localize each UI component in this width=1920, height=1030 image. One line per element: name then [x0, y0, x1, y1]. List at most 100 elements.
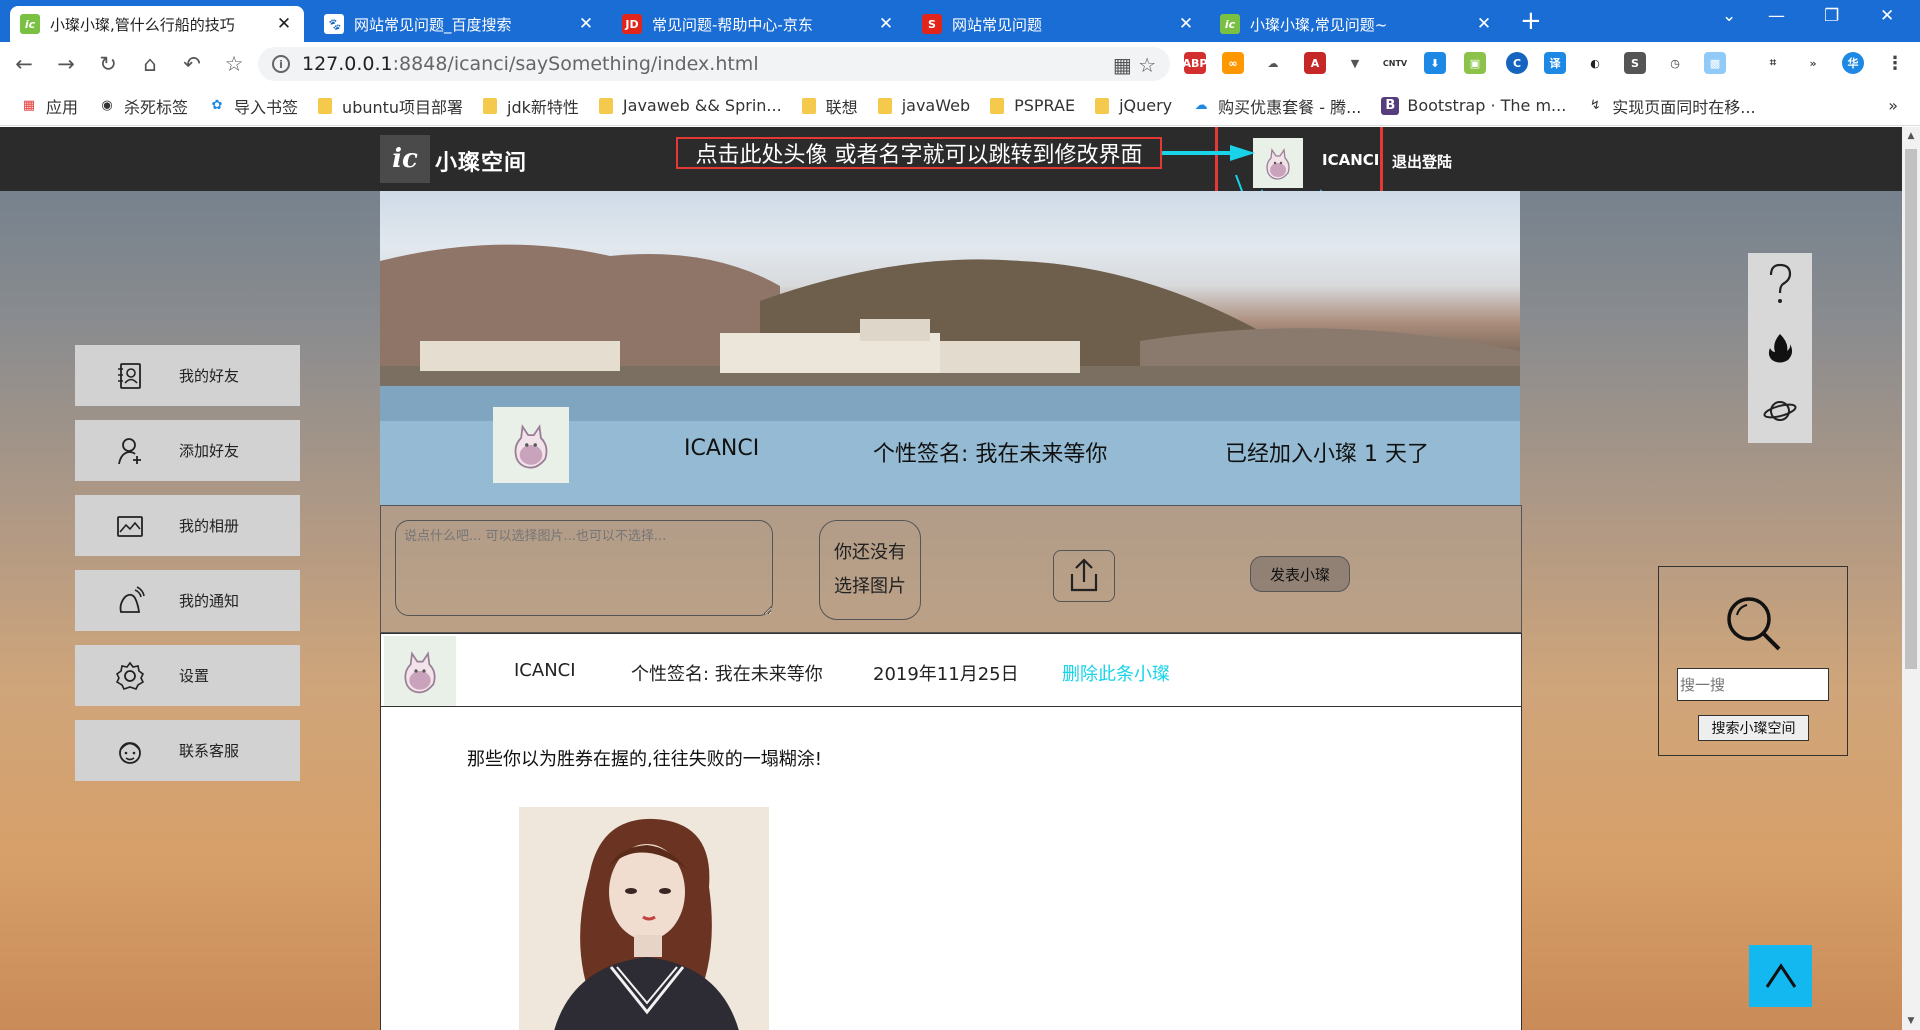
- bookmark-star-icon[interactable]: ☆: [216, 46, 252, 82]
- close-tab-icon[interactable]: ✕: [876, 14, 896, 34]
- vue-extension-icon[interactable]: ▼: [1344, 52, 1366, 74]
- s-extension-icon[interactable]: S: [1624, 52, 1646, 74]
- reload-icon[interactable]: ↻: [90, 46, 126, 82]
- home-icon[interactable]: ⌂: [132, 46, 168, 82]
- bookmark-item[interactable]: ◉ 杀死标签: [98, 94, 188, 118]
- bookmark-folder[interactable]: PSPRAE: [990, 96, 1075, 115]
- bookmark-folder[interactable]: javaWeb: [877, 96, 970, 115]
- cloud-extension-icon[interactable]: ☁: [1262, 52, 1284, 74]
- tab-search-icon[interactable]: ⌄: [1722, 6, 1736, 26]
- mask-extension-icon[interactable]: ◐: [1584, 52, 1606, 74]
- upload-button[interactable]: [1053, 550, 1115, 602]
- bookmark-label: 实现页面同时在移...: [1612, 97, 1756, 117]
- sidebar-item-notifications[interactable]: 我的通知: [75, 570, 300, 631]
- circle-extension-icon[interactable]: C: [1506, 52, 1528, 74]
- scroll-up-arrow-icon[interactable]: ▲: [1902, 131, 1920, 141]
- bookmark-item[interactable]: ✿ 导入书签: [208, 94, 298, 118]
- browser-tab-2[interactable]: 🐾 网站常见问题_百度搜索 ✕: [314, 6, 606, 42]
- forward-icon[interactable]: →: [48, 46, 84, 82]
- qr-and-star-icons[interactable]: ▦ ☆: [1113, 53, 1156, 77]
- bookmark-folder[interactable]: jQuery: [1095, 96, 1172, 115]
- bookmark-folder[interactable]: ubuntu项目部署: [318, 94, 463, 118]
- gear-icon: ✿: [211, 98, 223, 113]
- back-icon[interactable]: ←: [6, 46, 42, 82]
- choose-image-line2: 选择图片: [834, 576, 906, 597]
- clock-extension-icon[interactable]: ◷: [1664, 52, 1686, 74]
- sidebar-item-my-friends[interactable]: 我的好友: [75, 345, 300, 406]
- bookmark-apps[interactable]: ▦ 应用: [20, 94, 78, 118]
- choose-image-button[interactable]: 你还没有 选择图片: [819, 520, 921, 620]
- grid-extension-icon[interactable]: ▩: [1704, 52, 1726, 74]
- banner-username[interactable]: ICANCI: [684, 436, 759, 461]
- crop-extension-icon[interactable]: ⌗: [1762, 52, 1784, 74]
- image-extension-icon[interactable]: ▣: [1464, 52, 1486, 74]
- browser-tab-5[interactable]: ic 小璨小璨,常见问题~ ✕: [1210, 6, 1504, 42]
- search-input[interactable]: [1677, 668, 1829, 701]
- cntv-extension-icon[interactable]: CNTV: [1383, 52, 1407, 74]
- back-to-top-button[interactable]: [1749, 945, 1812, 1007]
- close-window-button[interactable]: ✕: [1880, 6, 1894, 26]
- sidebar-item-add-friend[interactable]: 添加好友: [75, 420, 300, 481]
- post-avatar[interactable]: [384, 636, 456, 706]
- bookmark-folder[interactable]: Javaweb && Sprin...: [598, 96, 782, 115]
- close-tab-icon[interactable]: ✕: [1176, 14, 1196, 34]
- explore-button[interactable]: [1748, 396, 1812, 426]
- profile-avatar-icon[interactable]: 华: [1842, 52, 1864, 74]
- pdf-extension-icon[interactable]: A: [1304, 52, 1326, 74]
- bookmark-label: PSPRAE: [1014, 96, 1076, 115]
- more-bookmarks-icon[interactable]: »: [1888, 96, 1898, 115]
- site-info-icon[interactable]: i: [272, 55, 290, 73]
- browser-tab-3[interactable]: JD 常见问题-帮助中心-京东 ✕: [612, 6, 906, 42]
- translate-extension-icon[interactable]: 译: [1544, 52, 1566, 74]
- nav-username[interactable]: ICANCI: [1322, 151, 1379, 169]
- upload-icon: [1070, 558, 1098, 592]
- menu-icon[interactable]: ⋮: [1884, 52, 1906, 74]
- browser-tab-1[interactable]: ic 小璨小璨,管什么行船的技巧 ✕: [10, 6, 304, 42]
- bookmark-item[interactable]: ☁ 购买优惠套餐 - 腾...: [1192, 94, 1362, 118]
- hot-button[interactable]: [1748, 333, 1812, 363]
- infinity-extension-icon[interactable]: ∞: [1222, 52, 1244, 74]
- notification-icon: [119, 586, 145, 613]
- undo-icon[interactable]: ↶: [174, 46, 210, 82]
- browser-tab-4[interactable]: S 网站常见问题 ✕: [912, 6, 1206, 42]
- bookmark-folder[interactable]: 联想: [801, 94, 858, 118]
- close-tab-icon[interactable]: ✕: [1474, 14, 1494, 34]
- scroll-down-arrow-icon[interactable]: ▼: [1902, 1016, 1920, 1026]
- close-tab-icon[interactable]: ✕: [274, 14, 294, 34]
- search-button[interactable]: 搜索小璨空间: [1698, 715, 1809, 741]
- jd-favicon-icon: JD: [622, 14, 642, 34]
- sidebar-item-customer-service[interactable]: 联系客服: [75, 720, 300, 781]
- url-bar[interactable]: i 127.0.0.1:8848/icanci/saySomething/ind…: [258, 47, 1170, 81]
- sidebar-item-settings[interactable]: 设置: [75, 645, 300, 706]
- delete-post-link[interactable]: 删除此条小璨: [1062, 660, 1170, 686]
- banner-avatar[interactable]: [493, 407, 569, 483]
- annotation-callout: 点击此处头像 或者名字就可以跳转到修改界面: [676, 137, 1162, 169]
- restore-button[interactable]: ❐: [1824, 6, 1839, 26]
- logo-text[interactable]: 小璨空间: [435, 145, 527, 177]
- new-tab-button[interactable]: +: [1520, 8, 1542, 34]
- bookmark-label: 导入书签: [234, 97, 299, 117]
- logo-mark[interactable]: ic: [380, 135, 430, 183]
- sidebar-item-my-album[interactable]: 我的相册: [75, 495, 300, 556]
- publish-button[interactable]: 发表小璨: [1250, 556, 1350, 592]
- help-button[interactable]: [1748, 263, 1812, 307]
- minimize-button[interactable]: —: [1768, 6, 1785, 26]
- bookmark-item[interactable]: B Bootstrap · The m...: [1381, 96, 1566, 115]
- folder-icon: [318, 97, 333, 114]
- bookmark-item[interactable]: ↯ 实现页面同时在移...: [1586, 94, 1756, 118]
- post-image[interactable]: [519, 807, 769, 1030]
- bookmark-folder[interactable]: jdk新特性: [483, 94, 579, 118]
- download-extension-icon[interactable]: ⬇: [1424, 52, 1446, 74]
- scrollbar-thumb[interactable]: [1905, 149, 1917, 669]
- close-tab-icon[interactable]: ✕: [576, 14, 596, 34]
- post-textarea[interactable]: [395, 520, 773, 616]
- tab-title: 网站常见问题: [952, 15, 1043, 34]
- bookmark-label: 购买优惠套餐 - 腾...: [1218, 97, 1362, 117]
- logout-link[interactable]: 退出登陆: [1392, 151, 1452, 172]
- adblock-extension-icon[interactable]: ABP: [1183, 52, 1207, 74]
- page-scrollbar[interactable]: ▲ ▼: [1902, 127, 1920, 1030]
- sidebar-label: 我的相册: [179, 517, 240, 535]
- post-author[interactable]: ICANCI: [514, 660, 576, 681]
- more-extensions-icon[interactable]: »: [1802, 52, 1824, 74]
- avatar-cat-icon: [404, 651, 436, 694]
